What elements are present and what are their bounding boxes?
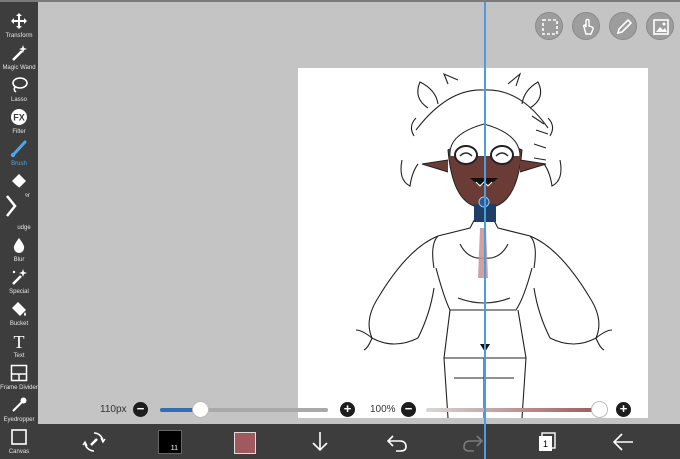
character-artwork [355,72,613,418]
redo-button[interactable] [462,430,484,455]
tool-brush[interactable]: Brush [0,138,38,170]
symmetry-guide-line[interactable] [484,2,486,459]
opacity-decrease-button[interactable]: − [401,402,416,417]
back-arrow-icon [612,433,633,451]
canvas-icon [0,428,38,448]
brush-size-value: 110px [100,404,127,415]
tool-bucket[interactable]: Bucket [0,298,38,330]
brush-size-badge: 11 [170,445,178,452]
brush-icon [0,140,38,160]
selection-icon [542,19,558,35]
drawing-canvas[interactable] [298,68,648,418]
opacity-slider-thumb[interactable] [591,401,608,418]
tool-label: Blur [13,257,25,263]
import-button[interactable] [310,430,330,455]
pen-icon [616,18,633,35]
back-button[interactable] [612,430,634,455]
tool-frame-divider[interactable]: Frame Divider [0,362,38,394]
minus-icon: − [404,401,413,416]
eyedropper-icon [0,396,38,416]
tool-magic-wand[interactable]: Magic Wand [0,42,38,74]
layers-icon: 1 [539,432,556,451]
size-decrease-button[interactable]: − [133,402,148,417]
primary-color-swatch[interactable]: 11 [158,430,182,454]
magic-wand-icon [0,44,38,64]
filter-fx-icon: FX [0,108,38,128]
lasso-icon [0,76,38,96]
brush-opacity-value: 100% [370,404,396,415]
tool-eyedropper[interactable]: Eyedropper [0,394,38,426]
tool-transform[interactable]: Transform [0,10,38,42]
svg-text:FX: FX [13,113,25,123]
selection-button[interactable] [535,12,563,40]
tool-label: Text [13,353,25,359]
touch-icon [582,18,594,35]
tool-text[interactable]: T Text [0,330,38,362]
undo-icon [386,435,407,452]
plus-icon: + [343,401,352,416]
plus-icon: + [619,401,628,416]
special-icon [0,268,38,288]
brush-opacity-slider[interactable]: 100% − + [370,401,635,419]
brush-size-slider[interactable]: 110px − + [98,401,358,419]
tool-blur[interactable]: Blur [0,234,38,266]
svg-text:T: T [14,332,25,350]
transform-icon [0,12,38,32]
gallery-icon [653,19,669,35]
brush-settings-icon [82,432,106,452]
tool-label: Bucket [9,321,29,327]
secondary-color-swatch[interactable] [234,432,256,454]
tool-lasso[interactable]: Lasso [0,74,38,106]
frame-divider-icon [0,364,38,384]
app-window: Transform Magic Wand Lasso FX Filter Bru… [0,0,680,459]
layers-button[interactable]: 1 [536,430,558,455]
tool-label: Filter [12,129,26,135]
tool-label: Magic Wand [2,65,36,71]
size-slider-track[interactable] [160,408,328,412]
tool-label: Eyedropper [3,417,35,423]
bucket-icon [0,300,38,320]
size-increase-button[interactable]: + [340,402,355,417]
gallery-button[interactable] [646,12,674,40]
tool-label: Frame Divider [0,385,38,391]
blur-icon [0,236,38,256]
brush-settings-button[interactable] [82,430,106,455]
chevron-right-icon [6,195,17,217]
tool-special[interactable]: Special [0,266,38,298]
import-down-icon [312,432,328,452]
undo-button[interactable] [386,430,408,455]
opacity-increase-button[interactable]: + [616,402,631,417]
size-slider-thumb[interactable] [192,401,209,418]
tool-canvas[interactable]: Canvas [0,426,38,458]
tool-label: Canvas [8,449,30,455]
tool-label: Brush [11,161,27,167]
layer-count: 1 [543,439,548,449]
bottom-toolbar: 11 1 [38,424,680,459]
tool-label: Lasso [10,97,27,103]
touch-button[interactable] [572,12,600,40]
redo-icon [463,435,484,452]
text-icon: T [0,332,38,352]
minus-icon: − [136,401,145,416]
opacity-slider-track[interactable] [426,408,598,412]
tool-sidebar: Transform Magic Wand Lasso FX Filter Bru… [0,2,38,459]
tool-label: Transform [5,33,33,39]
tool-label: Special [9,289,29,295]
pen-button[interactable] [609,12,637,40]
tool-filter[interactable]: FX Filter [0,106,38,138]
